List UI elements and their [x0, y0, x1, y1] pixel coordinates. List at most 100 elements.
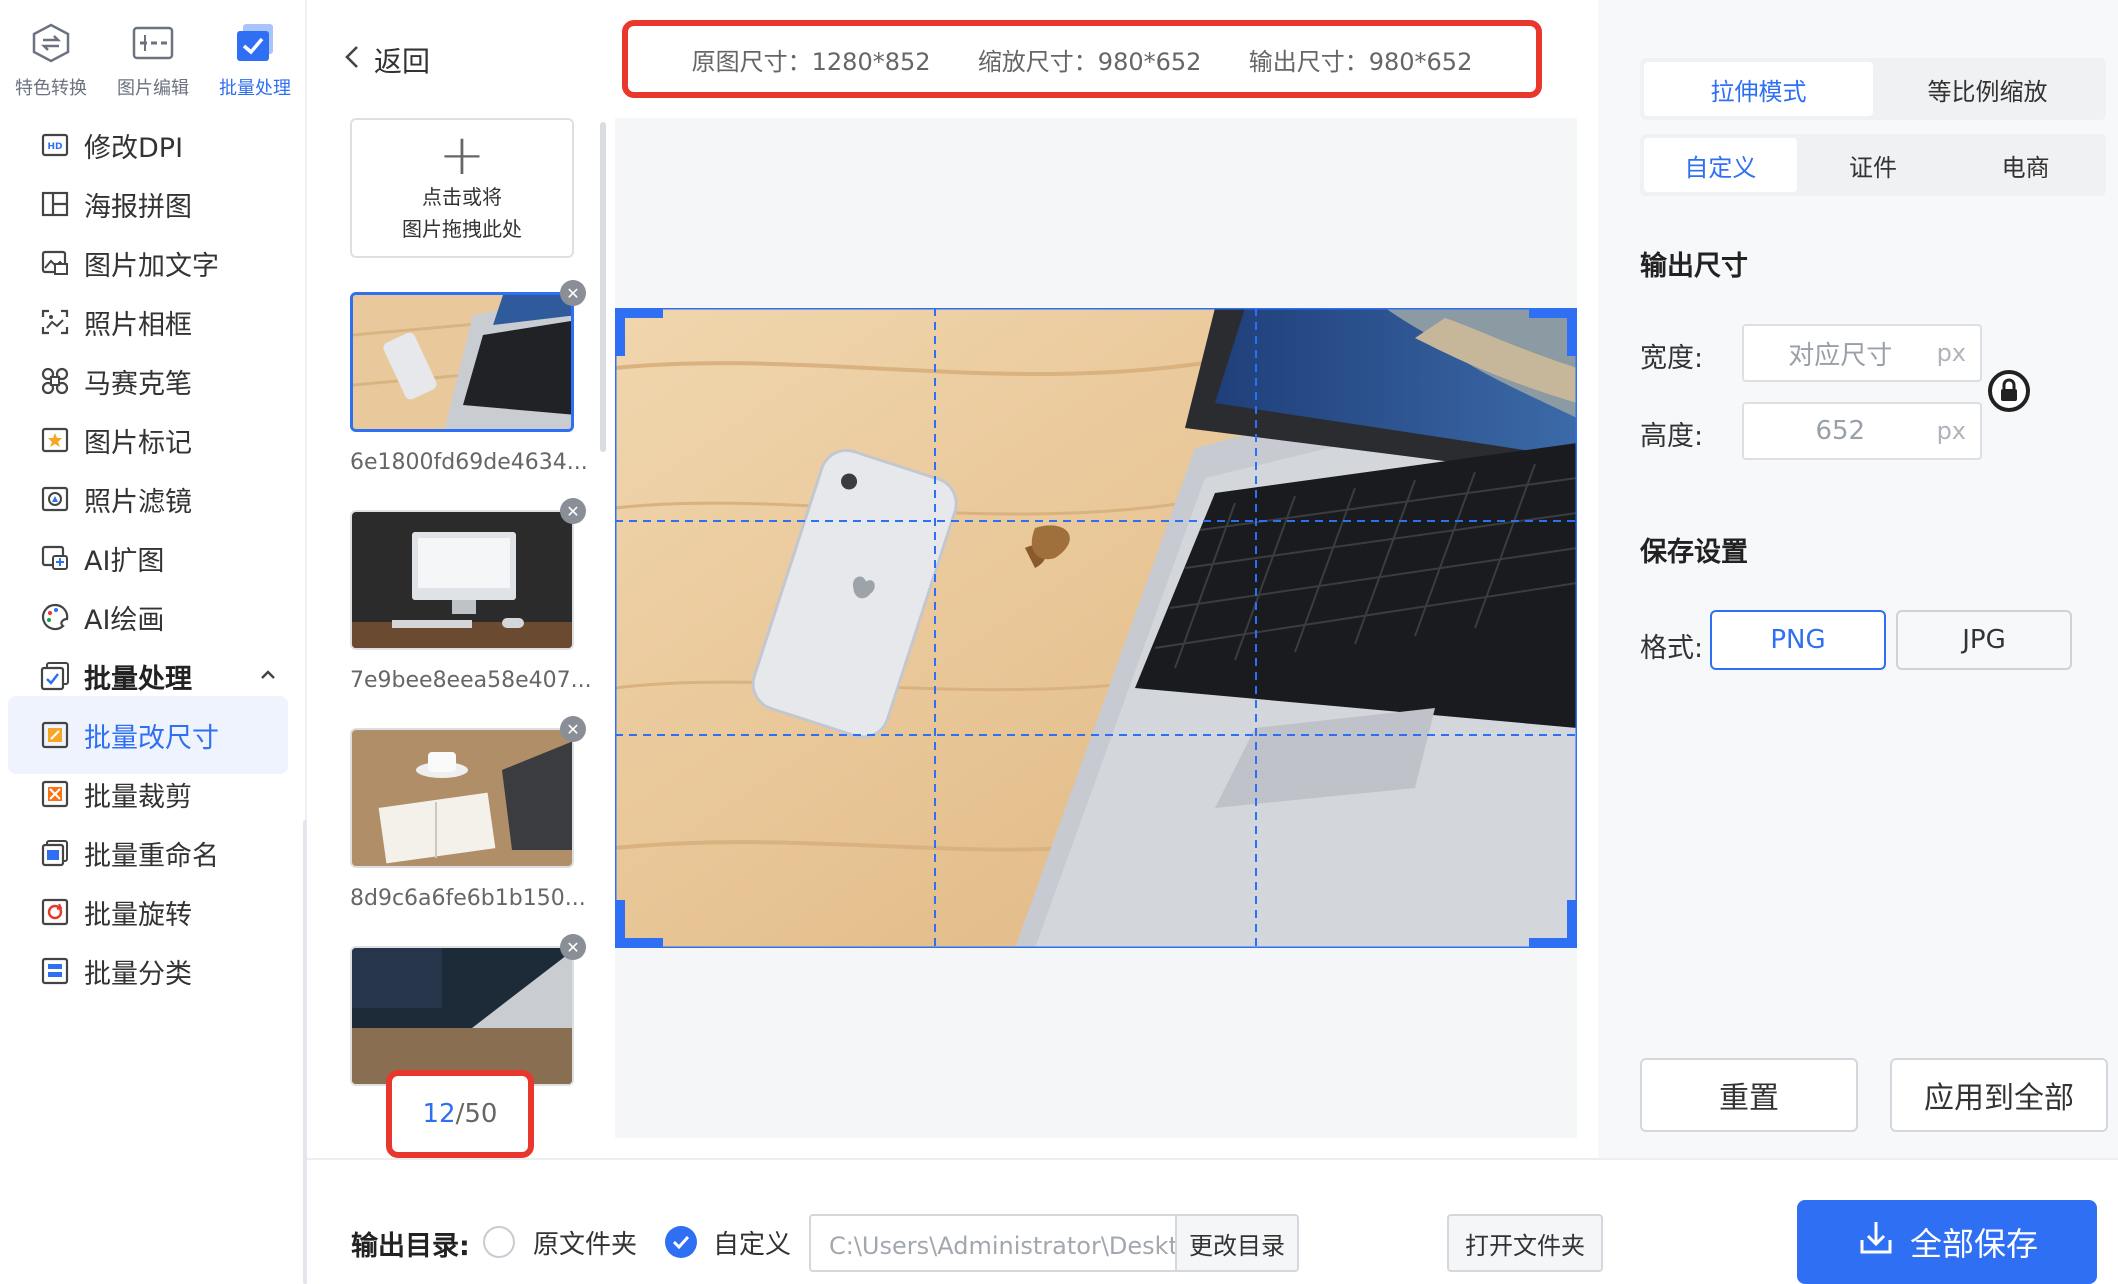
sidebar-item-label: 马赛克笔	[84, 368, 192, 400]
tab-image-edit[interactable]: 图片编辑	[102, 0, 204, 120]
dpi-icon: HD	[40, 130, 70, 160]
close-icon[interactable]: ✕	[560, 280, 586, 306]
thumbnail-image	[350, 510, 574, 650]
change-dir-button[interactable]: 更改目录	[1175, 1216, 1297, 1270]
tab-stretch-mode[interactable]: 拉伸模式	[1644, 62, 1873, 116]
batch-rename-icon	[40, 838, 70, 868]
open-folder-button[interactable]: 打开文件夹	[1447, 1214, 1603, 1272]
batch-crop-icon	[40, 779, 70, 809]
add-text-icon	[40, 248, 70, 278]
thumbnail-item[interactable]: ✕ 7e9bee8eea58e407...	[350, 498, 592, 693]
check-icon	[672, 1235, 690, 1249]
thumbnail-scrollbar[interactable]	[600, 122, 606, 452]
sidebar-item-label: 批量重命名	[84, 840, 219, 872]
sidebar-item-label: 照片相框	[84, 309, 192, 341]
scaled-size: 缩放尺寸：980*652	[977, 47, 1202, 76]
image-counter: 12/50	[386, 1070, 534, 1158]
poster-collage-icon	[40, 189, 70, 219]
preset-tabs: 自定义 证件 电商	[1640, 134, 2106, 196]
thumbnail-list: + 点击或将 图片拖拽此处 ✕ 6e1800fd69de4634... ✕ 7e…	[340, 118, 592, 1158]
sidebar-item-label: 批量改尺寸	[84, 722, 219, 754]
lock-icon[interactable]	[1986, 368, 2032, 418]
save-all-label: 全部保存	[1909, 1225, 2038, 1263]
radio-original-label: 原文件夹	[533, 1230, 638, 1260]
width-label: 宽度:	[1640, 343, 1704, 374]
sidebar-item-label: 批量裁剪	[84, 781, 192, 813]
mosaic-icon	[40, 366, 70, 396]
image-edit-icon	[130, 20, 176, 66]
close-icon[interactable]: ✕	[560, 716, 586, 742]
height-label: 高度:	[1640, 421, 1704, 452]
save-settings-title: 保存设置	[1640, 537, 1748, 568]
mode-tabs: 拉伸模式 等比例缩放	[1640, 58, 2106, 120]
thumbnail-image	[350, 292, 574, 432]
settings-panel: 拉伸模式 等比例缩放 自定义 证件 电商 输出尺寸 宽度: 对应尺寸 px 高度…	[1598, 0, 2118, 1160]
sidebar-item-label: 修改DPI	[84, 132, 184, 164]
tab-batch-process[interactable]: 批量处理	[204, 0, 306, 120]
width-input[interactable]: 对应尺寸 px	[1742, 324, 1982, 382]
chevron-left-icon	[344, 44, 360, 77]
width-placeholder: 对应尺寸	[1788, 340, 1893, 371]
chevron-up-icon[interactable]	[260, 665, 276, 684]
tab-label: 批量处理	[219, 78, 291, 99]
upload-text-line1: 点击或将	[422, 185, 502, 209]
counter-total: 50	[464, 1099, 498, 1129]
sidebar-item-label: 图片加文字	[84, 250, 219, 282]
tab-proportional-scale[interactable]: 等比例缩放	[1873, 62, 2102, 116]
download-icon	[1856, 1218, 1896, 1266]
reset-button[interactable]: 重置	[1640, 1058, 1858, 1132]
apply-all-button[interactable]: 应用到全部	[1890, 1058, 2108, 1132]
upload-text-line2: 图片拖拽此处	[402, 217, 522, 241]
tab-custom[interactable]: 自定义	[1644, 138, 1797, 192]
batch-group-icon	[40, 661, 70, 691]
thumbnail-item[interactable]: ✕ 6e1800fd69de4634...	[350, 280, 588, 475]
batch-resize-icon	[40, 720, 70, 750]
tab-ecommerce[interactable]: 电商	[1949, 138, 2102, 192]
output-size-title: 输出尺寸	[1640, 251, 1748, 282]
plus-icon: +	[438, 123, 486, 188]
preview-image-area[interactable]	[613, 306, 1579, 950]
sidebar-item-label: 批量旋转	[84, 899, 192, 931]
output-path: C:\Users\Administrator\Desktop\图片	[829, 1231, 1175, 1260]
output-size: 输出尺寸：980*652	[1248, 47, 1473, 76]
batch-check-icon	[232, 20, 278, 66]
radio-custom[interactable]	[665, 1226, 697, 1258]
back-label: 返回	[374, 45, 431, 78]
tab-id-photo[interactable]: 证件	[1797, 138, 1950, 192]
counter-separator: /	[455, 1099, 465, 1129]
batch-sort-icon	[40, 956, 70, 986]
close-icon[interactable]: ✕	[560, 934, 586, 960]
radio-custom-label: 自定义	[713, 1230, 792, 1260]
radio-original-folder[interactable]	[483, 1226, 515, 1258]
upload-dropzone[interactable]: + 点击或将 图片拖拽此处	[350, 118, 574, 258]
height-unit: px	[1936, 417, 1966, 445]
photo-frame-icon	[40, 307, 70, 337]
ai-paint-icon	[40, 602, 70, 632]
preview-image	[613, 306, 1579, 950]
sidebar-item-label: 批量分类	[84, 958, 192, 990]
format-png-button[interactable]: PNG	[1710, 610, 1886, 670]
width-unit: px	[1936, 339, 1966, 367]
close-icon[interactable]: ✕	[560, 498, 586, 524]
sidebar-item-label: 批量处理	[84, 663, 192, 695]
save-all-button[interactable]: 全部保存	[1797, 1200, 2097, 1284]
thumbnail-filename: 6e1800fd69de4634...	[350, 450, 588, 475]
thumbnail-filename: 8d9c6a6fe6b1b150...	[350, 886, 586, 911]
output-path-field[interactable]: C:\Users\Administrator\Desktop\图片 更改目录	[809, 1214, 1299, 1272]
tab-feature-convert[interactable]: 特色转换	[0, 0, 102, 120]
back-button[interactable]: 返回	[344, 40, 430, 80]
ai-expand-icon	[40, 543, 70, 573]
tab-label: 特色转换	[15, 78, 87, 99]
sidebar-item-label: AI绘画	[84, 604, 165, 636]
sidebar-item-label: 照片滤镜	[84, 486, 192, 518]
sidebar-item-batch-sort[interactable]: 批量分类	[8, 932, 288, 1010]
format-jpg-button[interactable]: JPG	[1896, 610, 2072, 670]
height-input[interactable]: 652 px	[1742, 402, 1982, 460]
batch-rotate-icon	[40, 897, 70, 927]
convert-icon	[28, 20, 74, 66]
thumbnail-item[interactable]: ✕ 8d9c6a6fe6b1b150...	[350, 716, 586, 911]
sidebar-item-label: AI扩图	[84, 545, 165, 577]
thumbnail-image	[350, 946, 574, 1086]
height-value: 652	[1815, 416, 1866, 446]
output-dir-label: 输出目录:	[351, 1231, 470, 1262]
